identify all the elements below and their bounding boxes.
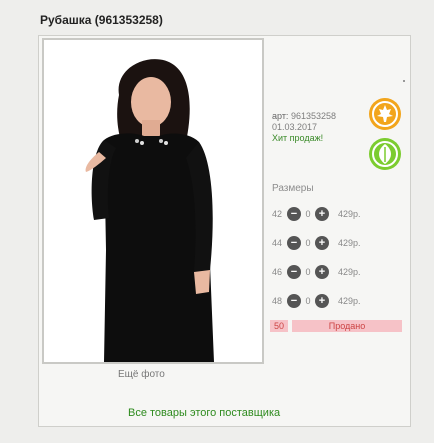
plus-icon[interactable]: + [315,207,329,221]
article-label: арт: [272,111,289,121]
product-title: Рубашка (961353258) [40,13,163,27]
size-value: 44 [272,238,283,248]
more-photo-link[interactable]: Ещё фото [118,369,165,380]
minus-icon[interactable]: − [287,265,301,279]
size-price: 429р. [338,296,361,306]
product-date: 01.03.2017 [272,122,318,132]
size-qty: 0 [305,209,311,219]
size-qty: 0 [305,296,311,306]
plus-icon[interactable]: + [315,294,329,308]
size-price: 429р. [338,209,361,219]
size-price: 429р. [338,238,361,248]
size-price: 429р. [338,267,361,277]
sold-quantity: 50 [270,320,289,332]
maple-leaf-icon [369,98,401,130]
leaf-icon [369,138,401,170]
size-qty: 0 [305,267,311,277]
minus-icon[interactable]: − [287,294,301,308]
product-info: арт: 961353258 01.03.2017 Хит продаж! [272,111,336,144]
size-value: 46 [272,267,283,277]
plus-icon[interactable]: + [315,265,329,279]
size-row: 42 − 0 + 429р. [272,206,361,222]
article-number: 961353258 [290,111,337,121]
size-row: 48 − 0 + 429р. [272,293,361,309]
hit-label: Хит продаж! [272,133,324,143]
size-row: 44 − 0 + 429р. [272,235,361,251]
all-supplier-goods-link[interactable]: Все товары этого поставщика [128,407,280,419]
minus-icon[interactable]: − [287,236,301,250]
divider-dot [403,80,405,82]
sold-row: 50 Продано [270,320,403,332]
sold-label: Продано [292,320,403,332]
size-value: 42 [272,209,283,219]
size-row: 46 − 0 + 429р. [272,264,361,280]
plus-icon[interactable]: + [315,236,329,250]
minus-icon[interactable]: − [287,207,301,221]
product-photo[interactable] [42,38,264,364]
size-qty: 0 [305,238,311,248]
sizes-title: Размеры [272,183,314,194]
size-value: 48 [272,296,283,306]
